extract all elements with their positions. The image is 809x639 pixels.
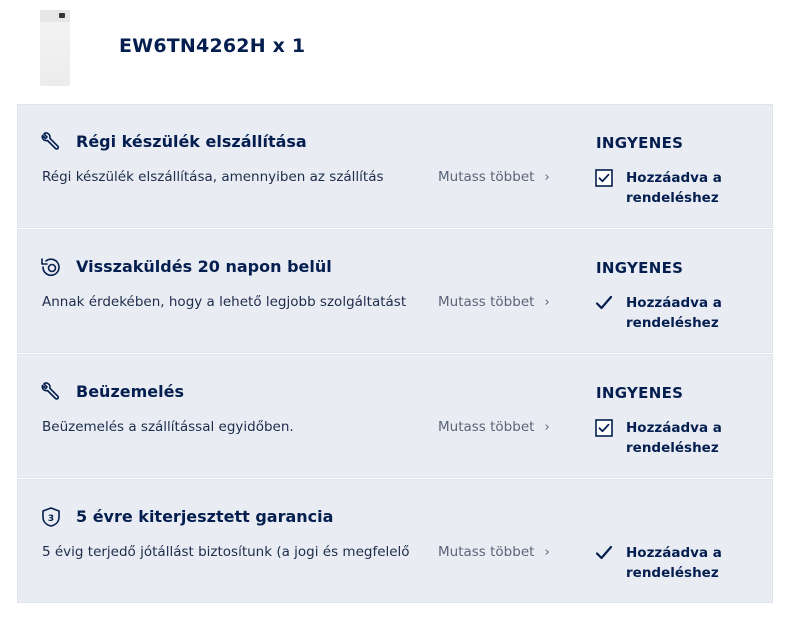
added-to-order-label: Hozzáadva a rendeléshez — [626, 420, 722, 456]
added-to-order-label: Hozzáadva a rendeléshez — [626, 295, 722, 331]
added-to-order-label: Hozzáadva a rendeléshez — [626, 545, 722, 581]
show-more-label: Mutass többet — [438, 294, 535, 310]
control-panel — [40, 10, 70, 22]
return-icon — [40, 256, 62, 278]
service-price: INGYENES — [596, 259, 684, 277]
show-more-link[interactable]: Mutass többet › — [438, 294, 550, 310]
checkmark-icon — [595, 294, 613, 312]
show-more-link[interactable]: Mutass többet › — [438, 169, 550, 185]
service-card-extended-warranty: 3 5 évre kiterjesztett garancia 5 évig t… — [17, 479, 773, 603]
service-title: Régi készülék elszállítása — [76, 132, 307, 151]
service-card-installation: Beüzemelés Beüzemelés a szállítással egy… — [17, 354, 773, 478]
show-more-label: Mutass többet — [438, 169, 535, 185]
service-title: Visszaküldés 20 napon belül — [76, 257, 332, 276]
added-checkbox[interactable] — [595, 419, 613, 437]
service-description: Beüzemelés a szállítással egyidőben. — [42, 419, 294, 435]
display — [59, 13, 65, 18]
show-more-link[interactable]: Mutass többet › — [438, 544, 550, 560]
wrench-icon — [40, 131, 62, 153]
service-card-old-appliance-removal: Régi készülék elszállítása Régi készülék… — [17, 104, 773, 228]
service-price: INGYENES — [596, 384, 684, 402]
product-header: EW6TN4262H x 1 — [0, 0, 809, 100]
service-description: 5 évig terjedő jótállást biztosítunk (a … — [42, 544, 410, 560]
product-image — [40, 10, 70, 86]
show-more-label: Mutass többet — [438, 544, 535, 560]
chevron-right-icon: › — [544, 544, 550, 560]
service-title: Beüzemelés — [76, 382, 184, 401]
product-title: EW6TN4262H x 1 — [119, 35, 306, 57]
chevron-right-icon: › — [544, 419, 550, 435]
service-price: INGYENES — [596, 134, 684, 152]
checkmark-icon — [595, 544, 613, 562]
wrench-icon — [40, 381, 62, 403]
show-more-link[interactable]: Mutass többet › — [438, 419, 550, 435]
service-list: Régi készülék elszállítása Régi készülék… — [17, 104, 773, 604]
chevron-right-icon: › — [544, 294, 550, 310]
service-card-20-day-return: Visszaküldés 20 napon belül Annak érdeké… — [17, 229, 773, 353]
service-title: 5 évre kiterjesztett garancia — [76, 507, 334, 526]
shield-3-icon: 3 — [40, 506, 62, 528]
svg-text:3: 3 — [48, 514, 54, 524]
service-description: Annak érdekében, hogy a lehető legjobb s… — [42, 294, 407, 310]
service-description: Régi készülék elszállítása, amennyiben a… — [42, 169, 384, 185]
added-checkbox[interactable] — [595, 169, 613, 187]
show-more-label: Mutass többet — [438, 419, 535, 435]
chevron-right-icon: › — [544, 169, 550, 185]
added-to-order-label: Hozzáadva a rendeléshez — [626, 170, 722, 206]
